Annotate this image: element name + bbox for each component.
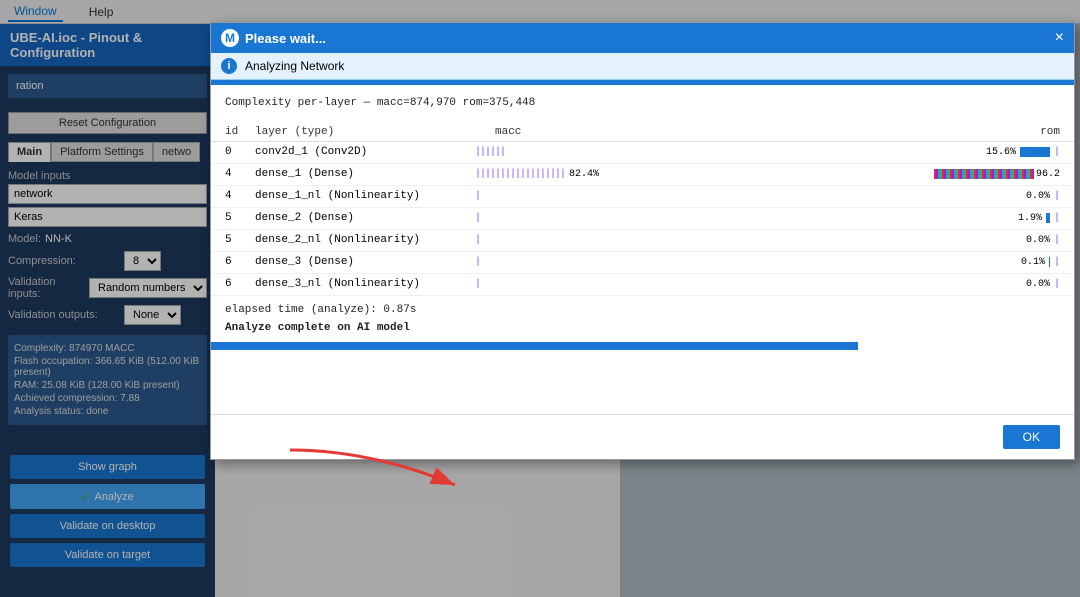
col-id-header: id xyxy=(225,126,255,138)
complete-line: Analyze complete on AI model xyxy=(211,320,1074,342)
col-rom-header: rom xyxy=(860,126,1060,138)
modal-titlebar: M Please wait... × xyxy=(211,23,1074,53)
modal-close-button[interactable]: × xyxy=(1055,30,1064,46)
col-layer-header: layer (type) xyxy=(255,126,475,138)
progress-bar-bottom xyxy=(211,342,858,350)
ok-button[interactable]: OK xyxy=(1003,425,1060,449)
complexity-line: Complexity per-layer — macc=874,970 rom=… xyxy=(211,85,1074,123)
modal-logo-icon: M xyxy=(221,29,239,47)
table-header: id layer (type) macc rom xyxy=(211,123,1074,142)
table-row: 4 dense_1 (Dense) |||||||||||||||||| 82.… xyxy=(211,164,1074,186)
complete-text: Analyze complete on AI model xyxy=(225,322,410,334)
col-macc-header: macc xyxy=(475,126,860,138)
modal-subheader-text: Analyzing Network xyxy=(245,59,344,73)
table-row: 5 dense_2_nl (Nonlinearity) | 0.0% | xyxy=(211,230,1074,252)
table-row: 0 conv2d_1 (Conv2D) |||||| 15.6% | xyxy=(211,142,1074,164)
modal-title-left: M Please wait... xyxy=(221,29,326,47)
modal-dialog: M Please wait... × i Analyzing Network C… xyxy=(210,22,1075,460)
elapsed-line: elapsed time (analyze): 0.87s xyxy=(211,296,1074,320)
table-row: 6 dense_3_nl (Nonlinearity) | 0.0% | xyxy=(211,274,1074,296)
modal-title: Please wait... xyxy=(245,31,326,46)
complexity-text: Complexity per-layer — macc=874,970 rom=… xyxy=(225,97,535,109)
table-row: 6 dense_3 (Dense) | 0.1% | xyxy=(211,252,1074,274)
modal-subheader: i Analyzing Network xyxy=(211,53,1074,80)
table-row: 5 dense_2 (Dense) | 1.9% | xyxy=(211,208,1074,230)
modal-body[interactable]: Complexity per-layer — macc=874,970 rom=… xyxy=(211,85,1074,415)
info-icon: i xyxy=(221,58,237,74)
modal-footer: OK xyxy=(211,415,1074,459)
elapsed-text: elapsed time (analyze): 0.87s xyxy=(225,304,416,316)
table-row: 4 dense_1_nl (Nonlinearity) | 0.0% | xyxy=(211,186,1074,208)
